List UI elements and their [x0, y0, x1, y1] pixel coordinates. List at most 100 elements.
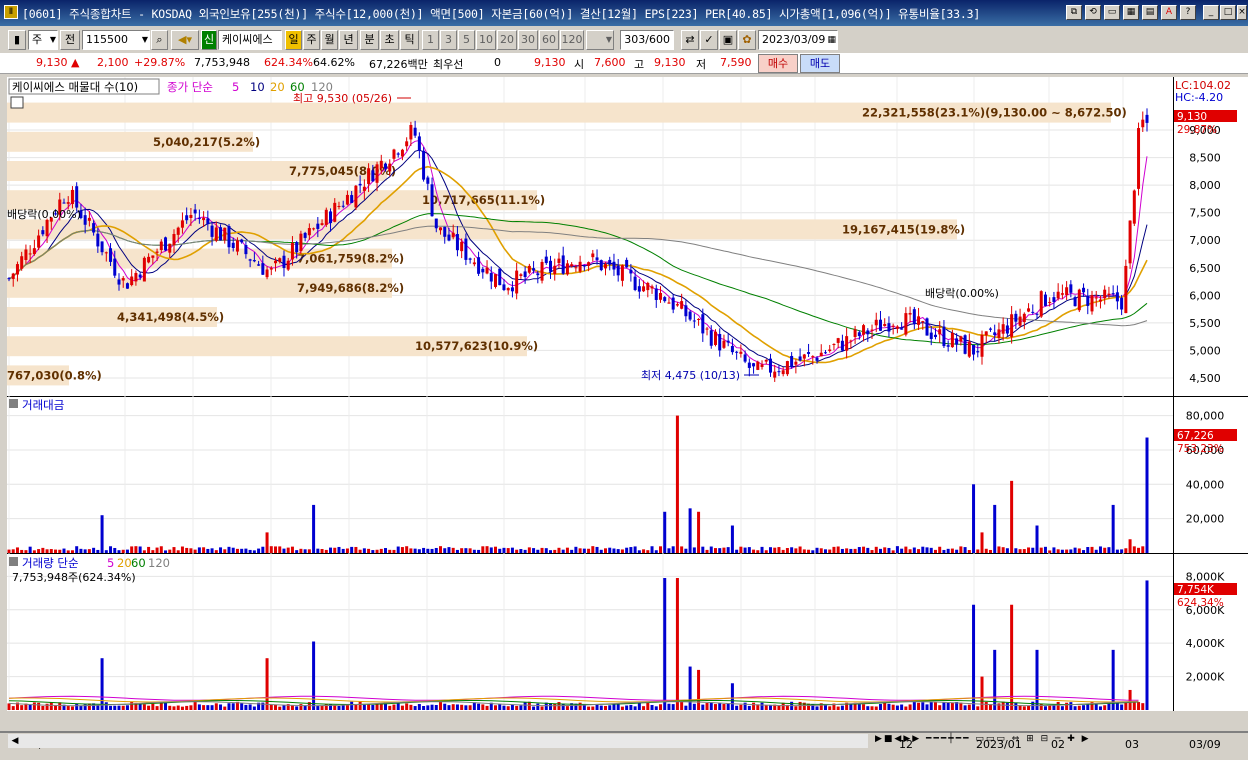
- amount-bar: [798, 546, 802, 553]
- interval-60[interactable]: 60: [539, 30, 559, 50]
- amount-bar: [561, 549, 565, 553]
- panel-collapse-icon[interactable]: [9, 557, 18, 566]
- interval-20[interactable]: 20: [497, 30, 517, 50]
- period-minute[interactable]: 분: [360, 30, 379, 50]
- candle-body: [1014, 313, 1018, 322]
- period-year[interactable]: 년: [339, 30, 358, 50]
- candle-body: [612, 261, 616, 270]
- volume-bar: [616, 704, 620, 710]
- amount-bar: [1065, 549, 1069, 553]
- volume-bar: [426, 705, 430, 710]
- help-icon[interactable]: ?: [1180, 5, 1196, 20]
- interval-5[interactable]: 5: [458, 30, 475, 50]
- period-tick[interactable]: 틱: [400, 30, 419, 50]
- sell-button[interactable]: 매도: [800, 54, 840, 73]
- settings-icon[interactable]: ✿: [738, 30, 756, 50]
- candle-body: [176, 227, 180, 235]
- candle-body: [15, 264, 19, 275]
- pin-icon[interactable]: ▮: [8, 30, 26, 50]
- volume-bar: [164, 702, 168, 710]
- candle-body: [1039, 291, 1043, 317]
- interval-3[interactable]: 3: [440, 30, 457, 50]
- speaker-icon[interactable]: ◀▾: [171, 30, 199, 50]
- window-icon[interactable]: ▭: [1104, 5, 1120, 20]
- y-tick-label: 5,500: [1189, 317, 1221, 330]
- amount-bar: [1098, 546, 1102, 553]
- period-day[interactable]: 일: [285, 30, 302, 50]
- period-second[interactable]: 초: [380, 30, 399, 50]
- new-badge[interactable]: 신: [201, 30, 217, 50]
- volume-bar: [646, 702, 650, 710]
- font-icon[interactable]: A: [1161, 5, 1177, 20]
- code-input[interactable]: 115500 ▼: [82, 30, 150, 50]
- amount-bar: [32, 550, 36, 553]
- period-month[interactable]: 월: [321, 30, 338, 50]
- count-field[interactable]: 303/600: [620, 30, 674, 50]
- candle-body: [781, 370, 785, 375]
- candle-body: [494, 274, 498, 287]
- layout-icon[interactable]: ▦: [1123, 5, 1139, 20]
- amount-bar: [828, 549, 832, 553]
- maximize-button[interactable]: □: [1220, 5, 1236, 20]
- print-icon[interactable]: ▤: [1142, 5, 1158, 20]
- period-week[interactable]: 주: [303, 30, 320, 50]
- period-select[interactable]: 주 ▼: [28, 30, 58, 50]
- volume-bar: [1005, 702, 1009, 710]
- candle-body: [189, 214, 193, 218]
- zoom-icon[interactable]: ⇄: [681, 30, 699, 50]
- candle-body: [963, 335, 967, 354]
- search-icon[interactable]: ⌕: [151, 30, 168, 50]
- save-icon[interactable]: ▣: [719, 30, 737, 50]
- playback-controls[interactable]: ▶■◀▶▶ ━━━┿━━ ▭▭▭ ⇔ ⊞ ⊟ ─ ✚ ▶: [875, 734, 1235, 748]
- volume-bar: [900, 704, 904, 710]
- date-field[interactable]: 2023/03/09 ▦: [758, 30, 838, 50]
- tool-icon[interactable]: ✓: [700, 30, 718, 50]
- candle-body: [532, 268, 536, 271]
- panel-collapse-icon[interactable]: [9, 399, 18, 408]
- volume-panel-title: 거래량 단순: [22, 556, 79, 570]
- candle-body: [857, 332, 861, 336]
- interval-30[interactable]: 30: [518, 30, 538, 50]
- candle-body: [565, 263, 569, 275]
- minimize-button[interactable]: _: [1203, 5, 1219, 20]
- amount-bar: [83, 549, 87, 553]
- amount-bar: [1107, 547, 1111, 553]
- refresh-icon[interactable]: ⟲: [1085, 5, 1101, 20]
- volume-bar: [316, 705, 320, 710]
- amount-bar: [477, 549, 481, 553]
- interval-120[interactable]: 120: [560, 30, 584, 50]
- buy-button[interactable]: 매수: [758, 54, 798, 73]
- volume-bar: [561, 703, 565, 710]
- amount-bar: [870, 550, 874, 553]
- amount-bar: [574, 546, 578, 553]
- candle-body: [591, 253, 595, 258]
- ma-label: 종가 단순: [167, 80, 213, 94]
- volume-bar: [883, 702, 887, 710]
- vol-ma-5: 5: [107, 556, 114, 570]
- prev-button[interactable]: 전: [60, 30, 80, 50]
- volume-bar: [680, 701, 684, 710]
- scrollbar[interactable]: [8, 734, 868, 748]
- amount-bar: [1069, 549, 1073, 553]
- candle-body: [1145, 114, 1149, 123]
- interval-1[interactable]: 1: [422, 30, 439, 50]
- interval-10[interactable]: 10: [476, 30, 496, 50]
- amount-bar: [633, 546, 637, 553]
- amount-bar: [756, 550, 760, 553]
- scroll-left-icon[interactable]: ◀: [8, 734, 22, 748]
- amount-bar: [752, 549, 756, 553]
- link-icon[interactable]: ⧉: [1066, 5, 1082, 20]
- amount-bar: [87, 549, 91, 553]
- candle-body: [113, 258, 117, 276]
- volume-bar: [320, 705, 324, 710]
- interval-select[interactable]: ▼: [586, 30, 614, 50]
- volume-bar: [11, 706, 15, 710]
- close-button[interactable]: ×: [1237, 5, 1247, 20]
- candle-body: [100, 241, 104, 253]
- volume-bar: [654, 706, 658, 710]
- table-icon[interactable]: [10, 96, 24, 109]
- candle-body: [7, 278, 11, 280]
- candle-body: [286, 260, 290, 270]
- candle-body: [104, 252, 108, 254]
- volume-bar: [189, 705, 193, 710]
